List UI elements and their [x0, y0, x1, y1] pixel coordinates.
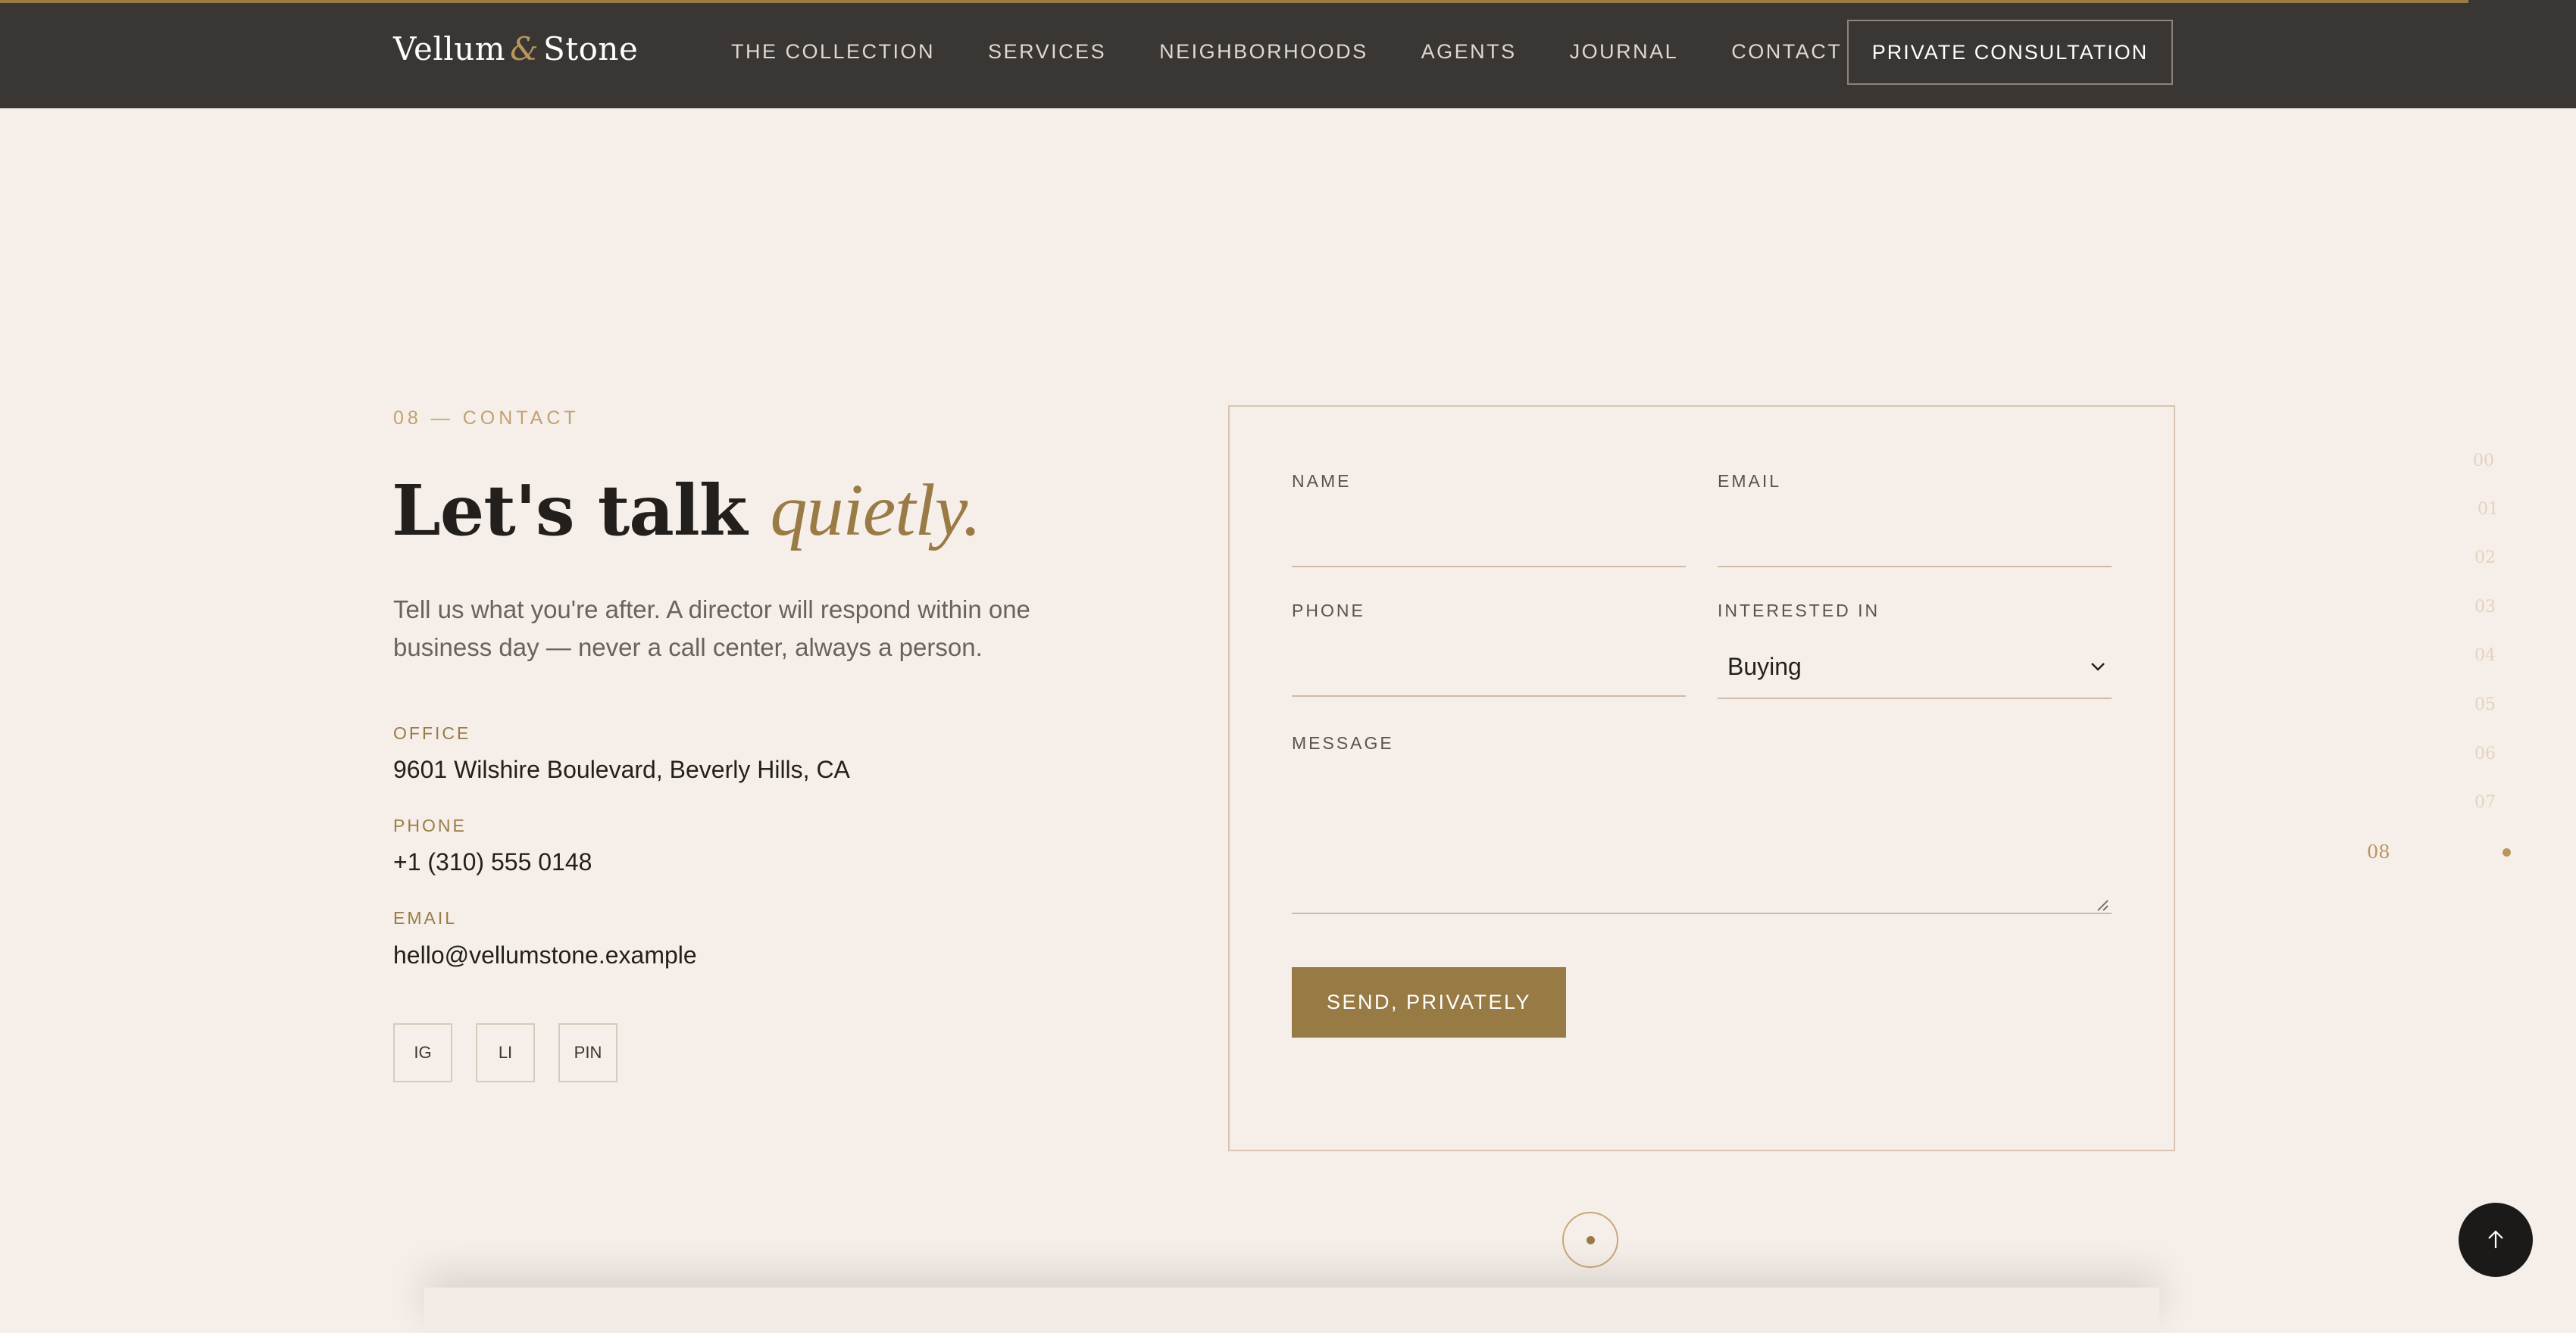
- brand-ampersand: &: [510, 30, 539, 67]
- rail-item-active[interactable]: 08: [2367, 841, 2390, 863]
- page-title: Let's talk quietly.: [392, 468, 982, 553]
- rail-item-00[interactable]: 00: [2473, 451, 2494, 470]
- scroll-indicator-icon[interactable]: [1562, 1212, 1618, 1268]
- email-label: EMAIL: [393, 908, 458, 928]
- rail-item-04[interactable]: 04: [2474, 646, 2496, 665]
- office-label: OFFICE: [393, 723, 471, 743]
- nav-link-collection[interactable]: THE COLLECTION: [731, 40, 935, 64]
- rail-item-03[interactable]: 03: [2474, 598, 2496, 617]
- social-instagram-button[interactable]: IG: [393, 1023, 452, 1082]
- brand-logo[interactable]: Vellum & Stone: [393, 30, 638, 67]
- interest-underline: [1718, 698, 2112, 699]
- rail-active-dot: [2503, 848, 2511, 857]
- message-label: MESSAGE: [1292, 733, 1394, 753]
- office-address: 9601 Wilshire Boulevard, Beverly Hills, …: [393, 756, 850, 783]
- phone-label: PHONE: [393, 816, 467, 835]
- rail-item-06[interactable]: 06: [2474, 745, 2496, 763]
- nav-link-services[interactable]: SERVICES: [988, 40, 1106, 64]
- brand-name-right: Stone: [542, 30, 639, 67]
- brand-name-left: Vellum: [393, 30, 506, 67]
- social-pinterest-button[interactable]: PIN: [558, 1023, 617, 1082]
- email-field-label: EMAIL: [1718, 471, 1782, 491]
- private-consultation-button[interactable]: PRIVATE CONSULTATION: [1847, 20, 2173, 85]
- site-header: Vellum & Stone THE COLLECTION SERVICES NEI…: [0, 0, 2576, 108]
- main-nav: THE COLLECTION SERVICES NEIGHBORHOODS AG…: [731, 40, 1842, 64]
- email-address[interactable]: hello@vellumstone.example: [393, 941, 697, 969]
- resize-handle-icon[interactable]: [2096, 898, 2109, 912]
- back-to-top-button[interactable]: [2459, 1203, 2533, 1277]
- send-button[interactable]: SEND, PRIVATELY: [1292, 967, 1566, 1038]
- email-input[interactable]: [1718, 566, 2112, 567]
- intro-text: Tell us what you're after. A director wi…: [393, 595, 1030, 661]
- rail-item-01[interactable]: 01: [2478, 500, 2499, 519]
- phone-field-label: PHONE: [1292, 601, 1365, 620]
- scroll-progress-bar: [0, 0, 2468, 3]
- headline-accent: quietly.: [770, 470, 982, 551]
- chevron-down-icon[interactable]: [2090, 661, 2106, 672]
- social-linkedin-button[interactable]: LI: [476, 1023, 535, 1082]
- phone-input[interactable]: [1292, 695, 1686, 697]
- nav-link-agents[interactable]: AGENTS: [1421, 40, 1517, 64]
- interest-select[interactable]: Buying: [1727, 653, 1802, 681]
- next-section-edge: [424, 1288, 2159, 1333]
- message-textarea[interactable]: [1292, 913, 2112, 914]
- arrow-up-icon: [2488, 1230, 2503, 1248]
- section-eyebrow: 08 — CONTACT: [393, 407, 580, 429]
- rail-item-02[interactable]: 02: [2474, 548, 2496, 567]
- nav-link-contact[interactable]: CONTACT: [1731, 40, 1842, 64]
- contact-form: [1228, 405, 2175, 1151]
- scroll-indicator-dot: [1587, 1236, 1595, 1244]
- rail-item-07[interactable]: 07: [2474, 793, 2496, 812]
- phone-number[interactable]: +1 (310) 555 0148: [393, 848, 592, 876]
- name-label: NAME: [1292, 471, 1352, 491]
- name-input[interactable]: [1292, 566, 1686, 567]
- headline-plain: Let's talk: [392, 470, 748, 551]
- rail-item-05[interactable]: 05: [2474, 695, 2496, 714]
- nav-link-neighborhoods[interactable]: NEIGHBORHOODS: [1159, 40, 1368, 64]
- nav-link-journal[interactable]: JOURNAL: [1570, 40, 1679, 64]
- interest-label: INTERESTED IN: [1718, 601, 1880, 620]
